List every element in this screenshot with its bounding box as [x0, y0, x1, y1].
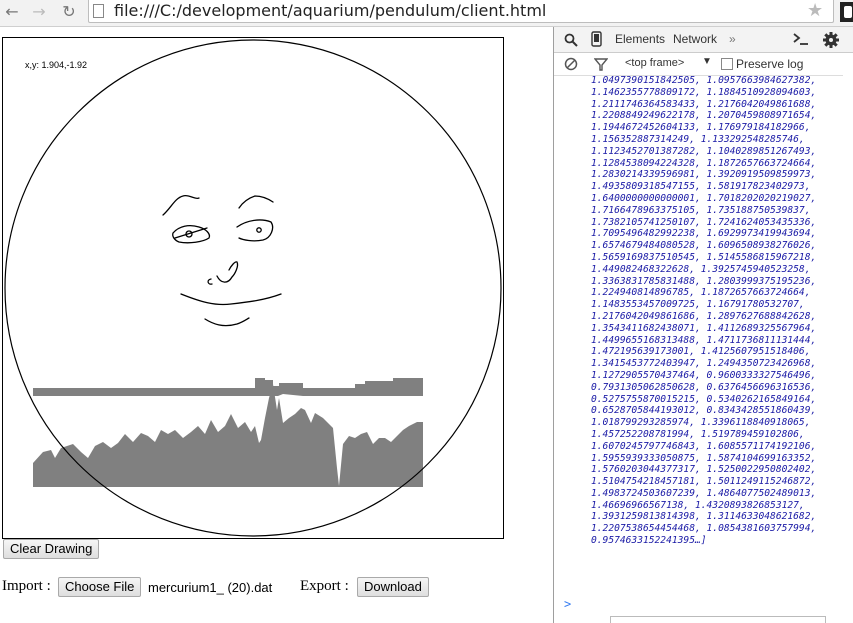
console-line: 1.7095496482992238, 1.6929973419943694, — [591, 228, 817, 240]
left-eyebrow — [162, 194, 200, 216]
console-line: 1.6400000000000001, 1.7018202020219027, — [591, 192, 817, 204]
selected-filename: mercurium1_ (20).dat — [148, 580, 273, 595]
console-line: 1.3931259813814398, 1.3114633048621682, — [591, 511, 817, 523]
console-input-field[interactable] — [610, 616, 826, 623]
console-line: 1.7166478963375105, 1.735188750539837, — [591, 204, 811, 216]
console-scrollbar[interactable] — [843, 75, 853, 623]
console-toolbar: <top frame> ▼ Preserve log — [554, 53, 853, 76]
console-line: 1.018799293285974, 1.3396118840918065, — [591, 417, 811, 429]
right-eye — [236, 219, 274, 242]
preserve-log-label: Preserve log — [736, 57, 804, 71]
reload-icon[interactable]: ↻ — [59, 2, 79, 22]
console-line: 1.457252208781994, 1.519789459102806, — [591, 428, 805, 440]
console-line: 1.1944672452604133, 1.176979184182966, — [591, 122, 811, 134]
chin — [204, 317, 250, 327]
console-line: 1.2208849249622178, 1.2070459808971654, — [591, 110, 817, 122]
devtools-toolbar: Elements Network » — [554, 27, 853, 53]
console-drawer-icon[interactable] — [792, 32, 810, 46]
console-line: 1.46696966567138, 1.4320893826853127, — [591, 499, 805, 511]
console-line: 1.0497390151842505, 1.0957663984627382, — [591, 75, 817, 86]
nose — [207, 261, 239, 285]
drawing-canvas[interactable]: x,y: 1.904,-1.92 — [2, 37, 504, 539]
tab-network[interactable]: Network — [673, 32, 717, 46]
console-line: 1.1123452701387282, 1.1040289851267493, — [591, 145, 817, 157]
console-line: 1.2207538654454468, 1.0854381603757994, — [591, 523, 817, 535]
left-eye — [172, 225, 211, 244]
console-line: 1.2111746364583433, 1.2176042049861688, — [591, 98, 817, 110]
console-line: 1.6070245797746843, 1.6085571174192106, — [591, 440, 817, 452]
choose-file-button[interactable]: Choose File — [58, 577, 142, 597]
console-line: 1.2830214339596981, 1.3920919509859973, — [591, 169, 817, 181]
preserve-log-checkbox[interactable] — [721, 58, 733, 70]
bookmark-star-icon[interactable]: ★ — [807, 1, 823, 21]
export-label: Export : — [300, 578, 349, 594]
console-line: 1.4499655168313488, 1.4711736811131444, — [591, 334, 817, 346]
console-line: 0.6528705844193012, 0.8343428551860439, — [591, 405, 817, 417]
clear-console-icon[interactable] — [564, 57, 578, 71]
console-line: 1.1462355778809172, 1.1884510928094603, — [591, 86, 817, 98]
more-tabs-icon[interactable]: » — [729, 32, 736, 46]
console-line: 1.3543411682438071, 1.4112689325567964, — [591, 322, 817, 334]
console-line: 0.9574633152241395…] — [591, 535, 707, 547]
console-line: 1.1272905570437464, 0.9600333327546496, — [591, 369, 817, 381]
drawing-svg — [4, 39, 502, 537]
mouth — [180, 293, 282, 306]
url-text[interactable]: file:///C:/development/aquarium/pendulum… — [114, 0, 546, 21]
console-line: 1.5104754218457181, 1.5011249115246872, — [591, 476, 817, 488]
console-line: 1.156352887314249, 1.133292548285746, — [591, 133, 805, 145]
console-prompt[interactable]: > — [564, 597, 571, 611]
console-line: 1.5659169837510545, 1.5145586815967218, — [591, 251, 817, 263]
console-line: 1.3415453772403947, 1.2494350723426968, — [591, 358, 817, 370]
console-line: 0.7931305062850628, 0.6376456696316536, — [591, 381, 817, 393]
page-icon — [93, 4, 104, 18]
tab-elements[interactable]: Elements — [615, 32, 665, 46]
chevron-down-icon[interactable]: ▼ — [702, 56, 712, 67]
devtools-panel: Elements Network » <top frame> ▼ Preserv — [553, 27, 853, 623]
console-line: 1.5760203044377317, 1.5250022950802402, — [591, 464, 817, 476]
face-drawing — [162, 194, 282, 327]
lower-area — [33, 384, 423, 487]
console-line: 1.2176042049861686, 1.2897627688842628, — [591, 310, 817, 322]
extension-icon[interactable] — [840, 2, 853, 22]
browser-toolbar: ← → ↻ file:///C:/development/aquarium/pe… — [0, 0, 853, 27]
filter-icon[interactable] — [594, 58, 608, 71]
import-label: Import : — [2, 578, 51, 594]
download-button[interactable]: Download — [357, 577, 429, 597]
console-line: 1.472195639173001, 1.4125607951518406, — [591, 346, 811, 358]
back-arrow-icon[interactable]: ← — [2, 2, 22, 22]
search-icon[interactable] — [564, 33, 578, 47]
console-line: 1.449082468322628, 1.3925745940523258, — [591, 263, 811, 275]
gear-icon[interactable] — [822, 31, 840, 49]
console-output: 1.0497390151842505, 1.0957663984627382, 1… — [591, 75, 853, 590]
console-line: 1.7382105741250107, 1.7241624053435336, — [591, 216, 817, 228]
data-plot — [33, 378, 423, 487]
console-line: 1.5955939333050875, 1.5874104699163352, — [591, 452, 817, 464]
console-line: 1.1284538094224328, 1.1872657663724664, — [591, 157, 817, 169]
console-line: 1.1483553457009725, 1.16791780532707, — [591, 299, 805, 311]
console-line: 0.5275755870015215, 0.5340262165849164, — [591, 393, 817, 405]
forward-arrow-icon[interactable]: → — [29, 2, 49, 22]
console-line: 1.6574679484080528, 1.6096508938276026, — [591, 240, 817, 252]
console-line: 1.4935809318547155, 1.581917823402973, — [591, 181, 811, 193]
console-line: 1.224940814896785, 1.1872657663724664, — [591, 287, 811, 299]
frame-selector[interactable]: <top frame> — [625, 57, 684, 69]
console-line: 1.4983724503607239, 1.4864077502489013, — [591, 487, 817, 499]
right-pupil — [256, 227, 262, 233]
clear-drawing-button[interactable]: Clear Drawing — [3, 539, 100, 559]
device-mode-icon[interactable] — [591, 31, 603, 47]
page-content: x,y: 1.904,-1.92 Clear Drawing Import: … — [0, 27, 553, 623]
console-line: 1.3363831785831488, 1.2803999375195236, — [591, 275, 817, 287]
right-eyebrow — [238, 195, 274, 209]
address-bar[interactable]: file:///C:/development/aquarium/pendulum… — [88, 0, 834, 23]
upper-band — [33, 378, 423, 396]
